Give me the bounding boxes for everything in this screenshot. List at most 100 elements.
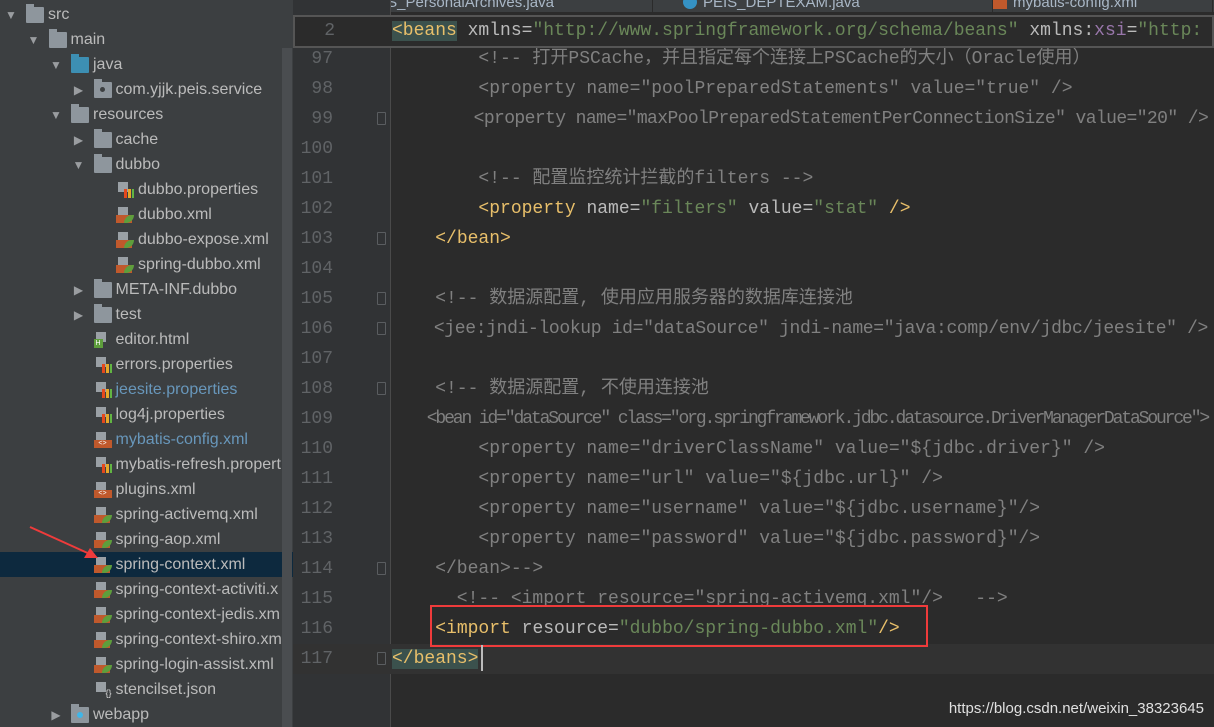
code-line[interactable]: 109 <bean id="dataSource" class="org.spr… [293,404,1214,434]
tree-item-label: cache [115,130,159,148]
line-number: 106 [300,319,333,339]
tab-2[interactable]: mybatis-config.xml [983,0,1213,12]
tab-label: PEIS_DEPTEXAM.java [703,0,860,11]
tree-item[interactable]: spring-login-assist.xml [0,652,293,677]
code-token: name= [575,199,641,219]
line-number: 100 [300,139,333,159]
code-token: <jee:jndi-lookup id="dataSource" jndi-na… [392,319,1209,339]
tree-item[interactable]: spring-context-shiro.xm [0,627,293,652]
chevron-right-icon[interactable]: ▶ [49,708,63,722]
tree-item-label: editor.html [115,330,190,348]
highlight-box [430,605,928,647]
code-token: xsi [1094,21,1127,41]
code-line[interactable]: 97 <!-- 打开PSCache，并且指定每个连接上PSCache的大小（Or… [293,44,1214,74]
tree-item[interactable]: spring-context-activiti.x [0,577,293,602]
code-token: </beans> [392,649,479,669]
fold-marker-icon[interactable] [377,232,386,245]
code-line[interactable]: 106 <jee:jndi-lookup id="dataSource" jnd… [293,314,1214,344]
code-text: <property name="driverClassName" value="… [392,434,1105,464]
tree-item-label: log4j.properties [115,405,225,423]
code-token: <property name="url" value="${jdbc.url}"… [392,469,943,489]
code-text: </bean> [392,224,511,254]
line-number: 101 [300,169,333,189]
code-line[interactable]: 112 <property name="username" value="${j… [293,494,1214,524]
code-editor[interactable]: PEIS_PersonalArchives.java PEIS_DEPTEXAM.… [293,0,1214,727]
fold-marker-icon[interactable] [377,562,386,575]
tree-item-label: com.yjjk.peis.service [115,80,263,98]
tree-item[interactable]: stencilset.json [0,677,293,702]
tree-item-label: spring-activemq.xml [115,505,258,523]
tab-1[interactable]: PEIS_DEPTEXAM.java [673,0,993,12]
fold-marker-icon[interactable] [377,292,386,305]
line-number: 97 [311,49,333,69]
code-token: <beans [392,21,457,41]
code-text: <property name="poolPreparedStatements" … [392,74,1073,104]
code-line[interactable]: 98 <property name="poolPreparedStatement… [293,74,1214,104]
code-token: <property name="poolPreparedStatements" … [392,79,1073,99]
tree-item-label: mybatis-config.xml [115,430,248,448]
watermark: https://blog.csdn.net/weixin_38323645 [948,700,1204,717]
tab-label: PEIS_PersonalArchives.java [363,0,554,11]
code-line[interactable]: 100 [293,134,1214,164]
code-token: <property name="driverClassName" value="… [392,439,1105,459]
xml-file-icon [993,0,1007,9]
line-number: 104 [300,259,333,279]
tree-item-label: dubbo-expose.xml [138,230,269,248]
text-caret [481,645,483,671]
line-number: 112 [300,499,333,519]
line-number: 116 [300,619,333,639]
code-line[interactable]: 111 <property name="url" value="${jdbc.u… [293,464,1214,494]
code-line[interactable]: 104 [293,254,1214,284]
fold-marker-icon[interactable] [377,112,386,125]
tree-item[interactable]: spring-context-jedis.xm [0,602,293,627]
code-line[interactable]: 114 </bean>--> [293,554,1214,584]
code-line[interactable]: 2 <beans xmlns="http://www.springframewor… [295,16,1212,46]
line-number: 113 [300,529,333,549]
code-text: <property name="maxPoolPreparedStatement… [392,104,1209,134]
tree-item-label: webapp [93,705,150,723]
code-token: <!-- 打开PSCache，并且指定每个连接上PSCache的大小（Oracl… [392,49,1091,69]
code-line[interactable]: 108 <!-- 数据源配置, 不使用连接池 [293,374,1214,404]
code-token: "filters" [640,199,738,219]
code-token: "http: [1137,21,1203,41]
code-token: xmlns= [456,21,533,41]
code-token: <!-- 数据源配置, 使用应用服务器的数据库连接池 [392,289,853,309]
code-line[interactable]: 102 <property name="filters" value="stat… [293,194,1214,224]
tree-item-label: plugins.xml [115,480,196,498]
tree-item-label: META-INF.dubbo [115,280,238,298]
tree-item-label: spring-context-jedis.xm [115,605,281,623]
code-line[interactable]: 99 <property name="maxPoolPreparedStatem… [293,104,1214,134]
code-text: <!-- 配置监控统计拦截的filters --> [392,164,813,194]
line-number: 102 [300,199,333,219]
code-text: <property name="password" value="${jdbc.… [392,524,1040,554]
code-text: <!-- 数据源配置, 使用应用服务器的数据库连接池 [392,284,853,314]
code-line[interactable]: 107 [293,344,1214,374]
code-line[interactable]: 113 <property name="password" value="${j… [293,524,1214,554]
code-token: <property [478,199,576,219]
code-line[interactable]: 110 <property name="driverClassName" val… [293,434,1214,464]
code-token: </bean> [435,229,511,249]
sidebar-scrollbar[interactable] [282,48,292,727]
line-number: 105 [300,289,333,309]
spring-xml-file-icon [93,581,112,598]
code-line[interactable]: 103 </bean> [293,224,1214,254]
tree-item-label: dubbo.xml [138,205,212,223]
tree-item-label: spring-dubbo.xml [138,255,261,273]
line-number: 98 [311,79,333,99]
line-number: 115 [300,589,333,609]
fold-marker-icon[interactable] [377,322,386,335]
tree-item-label: dubbo [115,155,161,173]
line-number: 111 [300,469,333,489]
tree-item[interactable]: ▶ webapp [0,702,293,727]
code-text: <beans xmlns="http://www.springframework… [392,16,1202,46]
fold-marker-icon[interactable] [377,652,386,665]
line-number: 2 [324,21,335,41]
code-token: "http://www.springframework.org/schema/b… [532,21,1019,41]
spring-xml-file-icon [93,631,112,648]
fold-marker-icon[interactable] [377,382,386,395]
code-line[interactable]: 101 <!-- 配置监控统计拦截的filters --> [293,164,1214,194]
code-line[interactable]: 105 <!-- 数据源配置, 使用应用服务器的数据库连接池 [293,284,1214,314]
tree-item-label: jeesite.properties [115,380,238,398]
code-line[interactable]: 117 </beans> [293,644,1214,674]
